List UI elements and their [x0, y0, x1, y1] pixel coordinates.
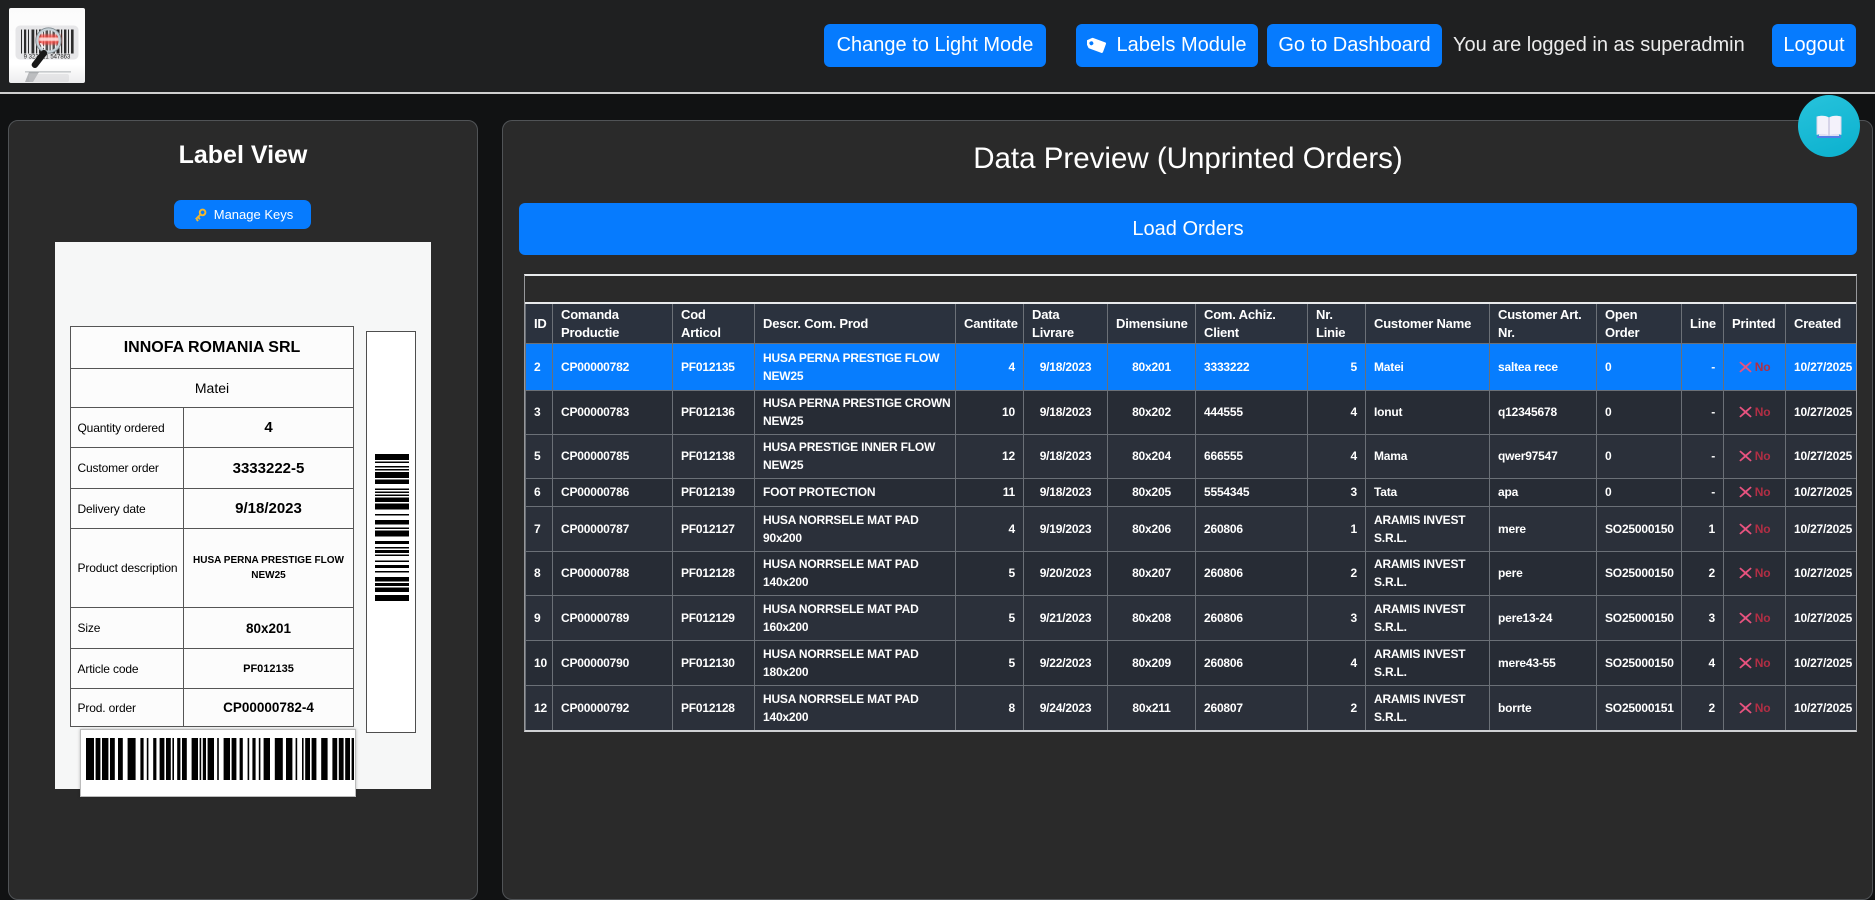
svg-text:9 323121 547863: 9 323121 547863: [24, 55, 71, 61]
